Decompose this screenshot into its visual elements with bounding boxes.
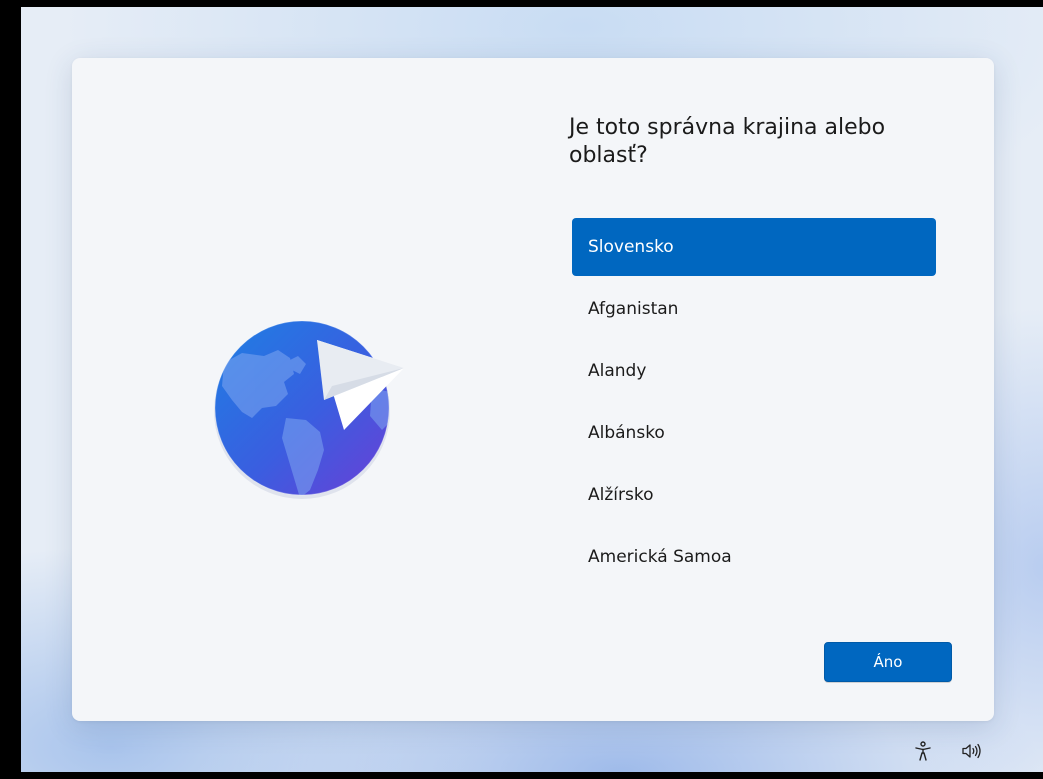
volume-icon[interactable] — [960, 740, 982, 762]
region-option-albansko[interactable]: Albánsko — [572, 404, 936, 462]
accessibility-icon[interactable] — [912, 740, 934, 762]
page-title: Je toto správna krajina alebo oblasť? — [569, 115, 886, 168]
confirm-button[interactable]: Áno — [824, 642, 952, 682]
setup-card: Je toto správna krajina alebo oblasť? Sl… — [72, 58, 994, 721]
oobe-screen: Je toto správna krajina alebo oblasť? Sl… — [21, 7, 1043, 772]
region-option-alandy[interactable]: Alandy — [572, 342, 936, 400]
region-option-slovensko[interactable]: Slovensko — [572, 218, 936, 276]
region-option-americka-samoa[interactable]: Americká Samoa — [572, 528, 936, 586]
region-list[interactable]: Slovensko Afganistan Alandy Albánsko Alž… — [572, 218, 936, 590]
globe-with-paper-plane-icon — [214, 320, 404, 499]
region-option-afganistan[interactable]: Afganistan — [572, 280, 936, 338]
region-option-alzirsko[interactable]: Alžírsko — [572, 466, 936, 524]
